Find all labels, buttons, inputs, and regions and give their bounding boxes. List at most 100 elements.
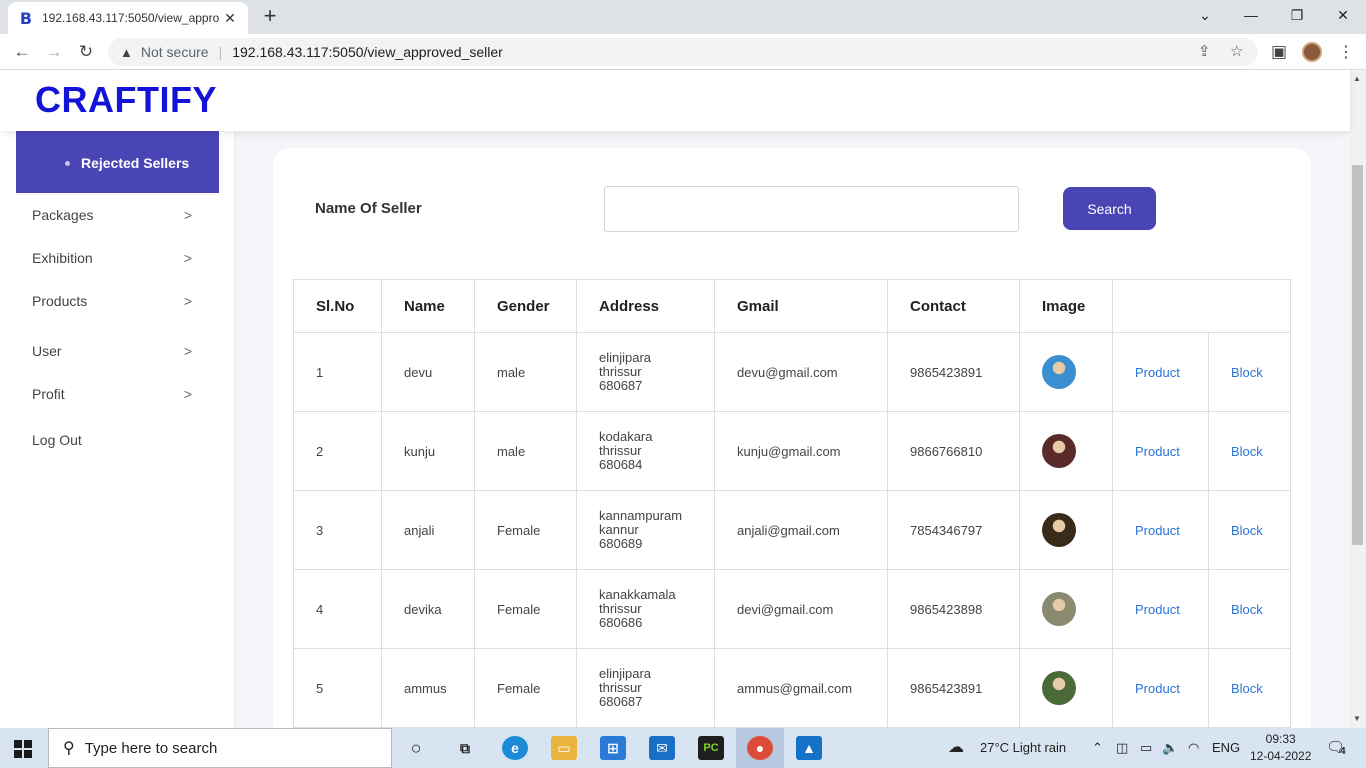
pycharm-icon[interactable]: PC	[698, 736, 724, 760]
weather-cloud-icon[interactable]: ☁	[948, 737, 964, 757]
seller-photo[interactable]	[1042, 592, 1076, 626]
sidebar-item-user[interactable]: User >	[32, 343, 192, 359]
cell-image	[1019, 569, 1113, 649]
language-indicator[interactable]: ENG	[1212, 740, 1240, 755]
chevron-right-icon: >	[183, 293, 192, 309]
sidebar-item-label: Log Out	[32, 432, 82, 448]
side-panel-icon[interactable]: ▣	[1267, 40, 1291, 64]
new-tab-icon[interactable]: +	[258, 4, 282, 28]
window-close-icon[interactable]: ✕	[1320, 0, 1366, 30]
cell-product-action: Product	[1112, 569, 1209, 649]
browser-tab[interactable]: B 192.168.43.117:5050/view_appro ✕	[8, 2, 248, 34]
search-button[interactable]: Search	[1063, 187, 1156, 230]
sidebar-item-logout[interactable]: Log Out	[32, 432, 192, 448]
url-text[interactable]: 192.168.43.117:5050/view_approved_seller	[232, 44, 503, 60]
product-link[interactable]: Product	[1135, 681, 1180, 696]
column-header	[1112, 279, 1291, 333]
task-view-icon[interactable]: ⧉	[452, 736, 478, 760]
product-link[interactable]: Product	[1135, 365, 1180, 380]
seller-photo[interactable]	[1042, 355, 1076, 389]
minimize-icon[interactable]: —	[1228, 0, 1274, 30]
block-link[interactable]: Block	[1231, 365, 1263, 380]
block-link[interactable]: Block	[1231, 523, 1263, 538]
scroll-down-icon[interactable]: ▼	[1353, 714, 1361, 723]
chevron-right-icon: >	[183, 207, 192, 223]
page-scrollbar[interactable]: ▲ ▼	[1350, 70, 1366, 728]
sidebar-item-packages[interactable]: Packages >	[32, 207, 192, 223]
battery-icon[interactable]: ▭	[1140, 740, 1152, 756]
cell-sl-no: 3	[293, 490, 382, 570]
omnibox[interactable]: ▲ Not secure | 192.168.43.117:5050/view_…	[108, 38, 1258, 66]
address-line: thrissur	[599, 601, 642, 616]
sidebar-item-profit[interactable]: Profit >	[32, 386, 192, 402]
warning-icon[interactable]: ▲	[120, 45, 133, 60]
address-line: 680689	[599, 536, 643, 551]
weather-text[interactable]: 27°C Light rain	[980, 740, 1066, 755]
cortana-icon[interactable]: ○	[403, 736, 429, 760]
column-header: Gmail	[714, 279, 888, 333]
product-link[interactable]: Product	[1135, 523, 1180, 538]
chrome-icon[interactable]: ●	[747, 736, 773, 760]
cell-gender: Female	[474, 490, 577, 570]
address-bar-row: ← → ↻ ▲ Not secure | 192.168.43.117:5050…	[0, 34, 1366, 70]
meet-now-icon[interactable]: ◫	[1116, 740, 1128, 756]
cell-sl-no: 5	[293, 648, 382, 728]
product-link[interactable]: Product	[1135, 602, 1180, 617]
column-header: Name	[381, 279, 475, 333]
share-icon[interactable]: ⇪	[1198, 42, 1211, 60]
windows-taskbar: ⚲ Type here to search ○ ⧉ e ▭ ⊞ ✉ PC ● ▲…	[0, 728, 1366, 768]
brand-logo[interactable]: CRAFTIFY	[35, 79, 217, 121]
browser-menu-icon[interactable]: ⋮	[1338, 42, 1354, 62]
cell-name: devika	[381, 569, 475, 649]
scroll-up-icon[interactable]: ▲	[1353, 74, 1361, 83]
tab-close-icon[interactable]: ✕	[222, 10, 238, 27]
cell-block-action: Block	[1208, 648, 1291, 728]
cell-contact: 9866766810	[887, 411, 1020, 491]
security-label[interactable]: Not secure	[141, 44, 209, 60]
cell-contact: 9865423891	[887, 648, 1020, 728]
cell-gmail: anjali@gmail.com	[714, 490, 888, 570]
file-explorer-icon[interactable]: ▭	[551, 736, 577, 760]
table-row: 3 anjali Female kannampuram kannur 680689 anja…	[293, 490, 1291, 570]
forward-icon[interactable]: →	[42, 40, 66, 64]
wifi-icon[interactable]: ◠	[1188, 740, 1199, 756]
cell-gmail: devi@gmail.com	[714, 569, 888, 649]
address-line: 680684	[599, 457, 643, 472]
reload-icon[interactable]: ↻	[74, 40, 98, 64]
windows-start-icon[interactable]	[14, 740, 32, 758]
sidebar-item-label: User	[32, 343, 62, 359]
back-icon[interactable]: ←	[10, 40, 34, 64]
system-clock[interactable]: 09:33 12-04-2022	[1250, 731, 1311, 765]
restore-icon[interactable]: ❐	[1274, 0, 1320, 30]
volume-icon[interactable]: 🔈	[1162, 740, 1178, 756]
bookmark-star-icon[interactable]: ☆	[1230, 42, 1243, 60]
cell-address: elinjipara thrissur 680687	[576, 332, 715, 412]
seller-name-input[interactable]	[604, 186, 1019, 232]
tab-search-chevron-icon[interactable]: ⌄	[1182, 0, 1228, 30]
block-link[interactable]: Block	[1231, 444, 1263, 459]
cell-block-action: Block	[1208, 569, 1291, 649]
sidebar-item-exhibition[interactable]: Exhibition >	[32, 250, 192, 266]
cell-contact: 7854346797	[887, 490, 1020, 570]
tray-chevron-up-icon[interactable]: ⌃	[1092, 740, 1103, 756]
cell-product-action: Product	[1112, 411, 1209, 491]
seller-photo[interactable]	[1042, 434, 1076, 468]
edge-browser-icon[interactable]: e	[502, 736, 528, 760]
store-icon[interactable]: ⊞	[600, 736, 626, 760]
product-link[interactable]: Product	[1135, 444, 1180, 459]
seller-photo[interactable]	[1042, 671, 1076, 705]
seller-photo[interactable]	[1042, 513, 1076, 547]
sidebar-item-rejected-sellers[interactable]: Rejected Sellers	[64, 155, 189, 171]
taskbar-search-box[interactable]: ⚲ Type here to search	[48, 728, 392, 768]
cell-image	[1019, 411, 1113, 491]
table-row: 2 kunju male kodakara thrissur 680684 kunju@gm…	[293, 411, 1291, 491]
clock-time: 09:33	[1265, 732, 1296, 746]
mail-icon[interactable]: ✉	[649, 736, 675, 760]
block-link[interactable]: Block	[1231, 681, 1263, 696]
sidebar-item-products[interactable]: Products >	[32, 293, 192, 309]
cell-name: devu	[381, 332, 475, 412]
scrollbar-thumb[interactable]	[1352, 165, 1363, 545]
block-link[interactable]: Block	[1231, 602, 1263, 617]
photos-icon[interactable]: ▲	[796, 736, 822, 760]
profile-avatar[interactable]	[1302, 42, 1322, 62]
